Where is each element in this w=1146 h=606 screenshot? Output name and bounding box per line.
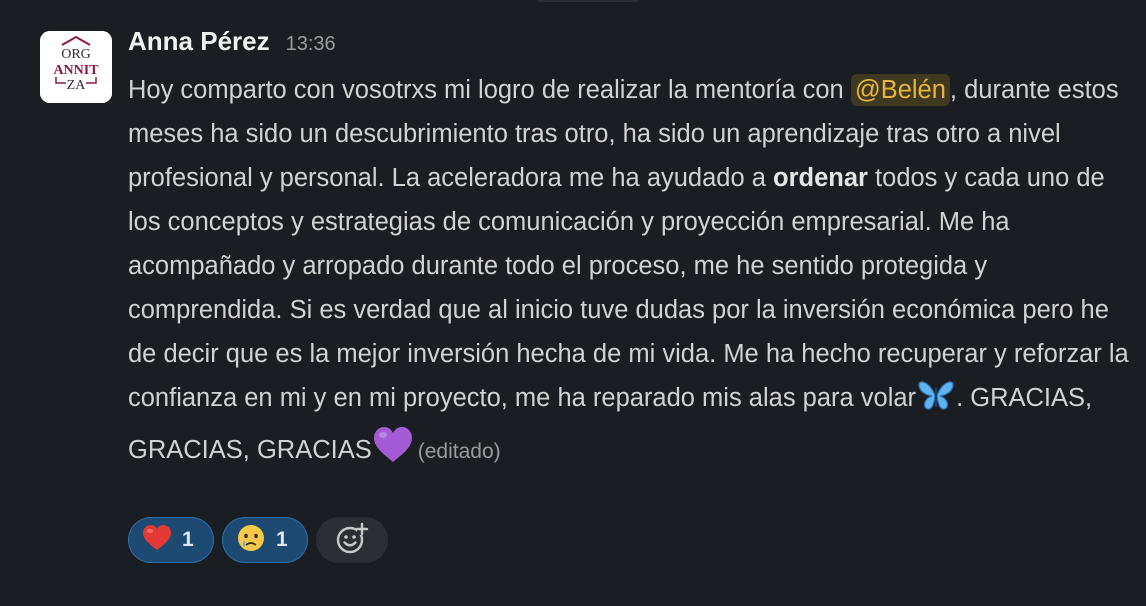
purple-heart-icon xyxy=(372,426,414,478)
chat-message: ORG ANNIT ZA Anna Pérez 13:36 Hoy compar… xyxy=(0,0,1146,606)
avatar[interactable]: ORG ANNIT ZA xyxy=(40,31,112,103)
add-reaction-icon xyxy=(335,521,369,560)
org-annitza-logo: ORG ANNIT ZA xyxy=(40,31,112,103)
author-name[interactable]: Anna Pérez xyxy=(128,26,270,57)
svg-text:ORG: ORG xyxy=(61,47,91,62)
message-header: Anna Pérez 13:36 xyxy=(128,26,1138,66)
add-reaction-button[interactable] xyxy=(316,517,388,563)
message-timestamp[interactable]: 13:36 xyxy=(286,33,336,56)
reaction-count: 1 xyxy=(276,528,288,551)
message-text-part: Hoy comparto con vosotrxs mi logro de re… xyxy=(128,76,851,104)
reaction-count: 1 xyxy=(182,528,194,551)
message-body: Anna Pérez 13:36 Hoy comparto con vosotr… xyxy=(128,26,1138,478)
reaction-crying-face[interactable]: 1 xyxy=(222,517,308,563)
edited-label: (editado) xyxy=(417,440,501,463)
reaction-red-heart[interactable]: 1 xyxy=(128,517,214,563)
svg-text:ANNIT: ANNIT xyxy=(53,63,99,78)
bold-text: ordenar xyxy=(773,164,868,192)
crying-face-icon xyxy=(236,523,266,558)
red-heart-icon xyxy=(142,524,172,557)
message-text-part: todos y cada uno de los conceptos y estr… xyxy=(128,164,1129,412)
user-mention[interactable]: @Belén xyxy=(850,74,950,106)
svg-text:ZA: ZA xyxy=(67,78,87,93)
reactions-bar: 1 1 xyxy=(128,517,388,563)
butterfly-icon xyxy=(916,378,956,426)
message-text: Hoy comparto con vosotrxs mi logro de re… xyxy=(128,68,1138,478)
